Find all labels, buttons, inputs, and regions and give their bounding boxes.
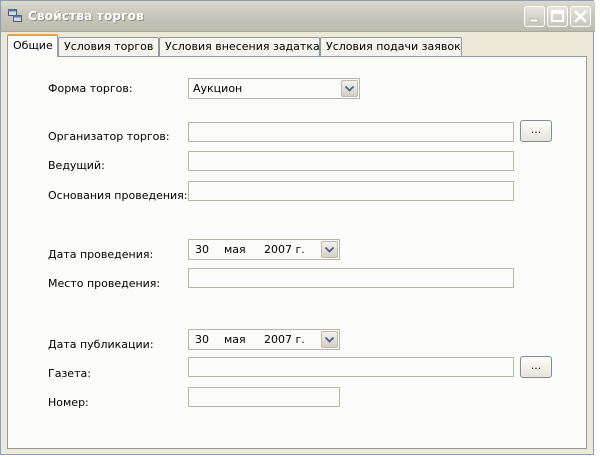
tab-general[interactable]: Общие bbox=[7, 34, 58, 57]
properties-window: Свойства торгов Общие Условия торгов Усл… bbox=[0, 0, 595, 455]
number-label: Номер: bbox=[48, 396, 89, 409]
event-date-day[interactable]: 30 bbox=[195, 243, 209, 256]
auction-form-select[interactable]: Аукцион bbox=[188, 78, 360, 99]
publication-date-year[interactable]: 2007 г. bbox=[264, 333, 305, 346]
grounds-label: Основания проведения: bbox=[48, 189, 188, 202]
tab-application-terms[interactable]: Условия подачи заявок bbox=[320, 37, 462, 56]
window-title: Свойства торгов bbox=[28, 9, 144, 23]
title-bar[interactable]: Свойства торгов bbox=[1, 1, 595, 32]
maximize-button[interactable] bbox=[547, 6, 568, 27]
tab-deposit-terms[interactable]: Условия внесения задатка bbox=[159, 37, 320, 56]
event-date-dropdown-button[interactable] bbox=[321, 241, 338, 258]
number-field[interactable] bbox=[188, 387, 340, 407]
chevron-down-icon bbox=[345, 86, 354, 92]
venue-label: Место проведения: bbox=[48, 277, 161, 290]
auction-form-value: Аукцион bbox=[193, 82, 243, 95]
tab-strip: Общие Условия торгов Условия внесения за… bbox=[7, 34, 587, 57]
host-label: Ведущий: bbox=[48, 159, 105, 172]
window-icon bbox=[8, 9, 22, 22]
grounds-field[interactable] bbox=[188, 181, 514, 201]
organizer-field[interactable] bbox=[188, 122, 514, 142]
event-date-picker[interactable]: 30 мая 2007 г. bbox=[188, 239, 340, 260]
organizer-label: Организатор торгов: bbox=[48, 130, 170, 143]
host-field[interactable] bbox=[188, 151, 514, 171]
minimize-icon bbox=[529, 18, 539, 23]
close-icon bbox=[574, 10, 587, 23]
publication-date-dropdown-button[interactable] bbox=[321, 331, 338, 348]
venue-field[interactable] bbox=[188, 268, 514, 288]
publication-date-day[interactable]: 30 bbox=[195, 333, 209, 346]
general-tab-panel: Форма торгов: Аукцион Организатор торгов… bbox=[7, 56, 587, 449]
chevron-down-icon bbox=[325, 247, 334, 253]
close-button[interactable] bbox=[570, 6, 591, 27]
maximize-icon bbox=[551, 10, 564, 22]
publication-date-month[interactable]: мая bbox=[224, 333, 246, 346]
auction-form-label: Форма торгов: bbox=[48, 82, 133, 95]
chevron-down-icon bbox=[325, 337, 334, 343]
auction-form-dropdown-button[interactable] bbox=[341, 80, 358, 97]
minimize-button[interactable] bbox=[524, 6, 545, 27]
newspaper-field[interactable] bbox=[188, 357, 514, 377]
organizer-browse-button[interactable]: ... bbox=[520, 120, 552, 142]
publication-date-label: Дата публикации: bbox=[48, 338, 154, 351]
event-date-month[interactable]: мая bbox=[224, 243, 246, 256]
event-date-year[interactable]: 2007 г. bbox=[264, 243, 305, 256]
tab-auction-terms[interactable]: Условия торгов bbox=[58, 37, 159, 56]
newspaper-browse-button[interactable]: ... bbox=[520, 356, 552, 378]
newspaper-label: Газета: bbox=[48, 367, 91, 380]
event-date-label: Дата проведения: bbox=[48, 248, 154, 261]
publication-date-picker[interactable]: 30 мая 2007 г. bbox=[188, 329, 340, 350]
